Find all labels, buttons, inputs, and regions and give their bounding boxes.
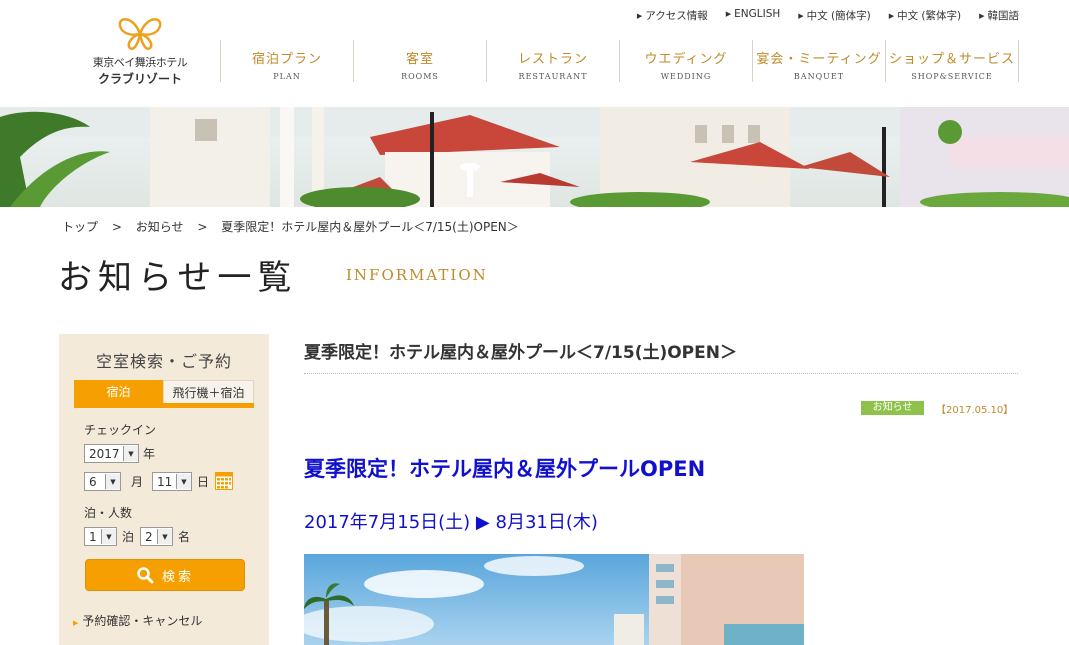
nav-item-rooms[interactable]: 客室 ROOMS [353, 40, 486, 82]
tab-flight-stay[interactable]: 飛行機＋宿泊 [163, 380, 254, 403]
utility-link-chinese-traditional[interactable]: ▶ 中文 (繁体字) [889, 8, 961, 23]
chevron-down-icon: ▼ [176, 474, 191, 489]
utility-nav: ▶ アクセス情報 ▶ ENGLISH ▶ 中文 (簡体字) ▶ 中文 (繁体字) ▶ 韓国… [637, 8, 1019, 23]
breadcrumb-current: 夏季限定！ホテル屋内＆屋外プール＜7/15(土)OPEN＞ [221, 220, 519, 234]
page-title: お知らせ一覧 [58, 258, 298, 298]
year-select[interactable]: 2017 ▼ [84, 444, 139, 463]
utility-link-chinese-simplified[interactable]: ▶ 中文 (簡体字) [798, 8, 870, 23]
arrow-icon: ▶ [888, 12, 895, 20]
month-select[interactable]: 6 ▼ [84, 472, 121, 491]
people-unit: 名 [178, 530, 191, 544]
month-unit: 月 [131, 475, 144, 489]
checkin-label: チェックイン [84, 423, 157, 437]
site-logo[interactable]: 東京ベイ舞浜ホテル クラブリゾート [90, 14, 190, 87]
category-badge: お知らせ [861, 401, 924, 415]
arrow-icon: ▶ [979, 12, 985, 20]
reservation-cancel-link[interactable]: ▶ 予約確認・キャンセル [73, 612, 202, 629]
chevron-down-icon: ▼ [101, 529, 116, 544]
nav-item-plan[interactable]: 宿泊プラン PLAN [220, 40, 353, 82]
tab-stay[interactable]: 宿泊 [74, 380, 163, 403]
global-nav: 宿泊プラン PLAN 客室 ROOMS レストラン RESTAURANT ウエディング… [220, 40, 1019, 82]
stay-people-label: 泊・人数 [84, 506, 133, 520]
day-unit: 日 [197, 475, 210, 489]
logo-text-line2: クラブリゾート [97, 72, 182, 86]
breadcrumb-home[interactable]: トップ [62, 220, 98, 234]
sidebar-title: 空室検索・ご予約 [95, 352, 232, 371]
utility-link-korean[interactable]: ▶ 韓国語 [979, 8, 1019, 23]
chevron-down-icon: ▼ [123, 446, 138, 461]
search-icon [137, 567, 154, 584]
arrow-icon: ▶ [798, 12, 804, 20]
search-button[interactable]: 検索 [85, 559, 245, 591]
arrow-icon: ▶ [73, 619, 79, 627]
year-unit: 年 [143, 447, 156, 461]
chevron-down-icon: ▼ [105, 474, 120, 489]
nav-item-restaurant[interactable]: レストラン RESTAURANT [486, 40, 619, 82]
arrow-icon: ▶ [636, 12, 643, 20]
nav-item-banquet[interactable]: 宴会・ミーティング BANQUET [752, 40, 885, 82]
hero-banner-image [0, 107, 1069, 207]
article-period: 2017年7月15日(土) ▶ 8月31日(木) [304, 512, 598, 533]
nights-select[interactable]: 1 ▼ [84, 527, 117, 546]
utility-link-english[interactable]: ▶ ENGLISH [726, 8, 781, 23]
breadcrumb-separator: > [197, 220, 208, 234]
chevron-down-icon: ▼ [157, 529, 172, 544]
page-title-en: INFORMATION [346, 266, 488, 284]
butterfly-logo-icon [118, 18, 162, 50]
day-select[interactable]: 11 ▼ [152, 472, 192, 491]
logo-text-line1: 東京ベイ舞浜ホテル [92, 56, 188, 69]
article-heading: 夏季限定！ホテル屋内＆屋外プールOPEN [304, 457, 706, 481]
article-title: 夏季限定！ホテル屋内＆屋外プール＜7/15(土)OPEN＞ [304, 338, 1018, 374]
pool-photo [304, 554, 804, 645]
people-select[interactable]: 2 ▼ [140, 527, 173, 546]
nav-item-wedding[interactable]: ウエディング WEDDING [619, 40, 752, 82]
breadcrumb-section[interactable]: お知らせ [136, 220, 184, 234]
breadcrumb-separator: > [111, 220, 122, 234]
nights-unit: 泊 [122, 530, 135, 544]
article-date: 【2017.05.10】 [936, 405, 1014, 416]
breadcrumb: トップ > お知らせ > 夏季限定！ホテル屋内＆屋外プール＜7/15(土)OPE… [62, 218, 519, 235]
nav-item-shop-service[interactable]: ショップ＆サービス SHOP&SERVICE [885, 40, 1019, 82]
reservation-tabs: 宿泊 飛行機＋宿泊 [74, 380, 254, 408]
calendar-icon[interactable] [215, 472, 233, 490]
reservation-sidebar: 空室検索・ご予約 宿泊 飛行機＋宿泊 チェックイン 2017 ▼ 年 6 ▼ 月 1… [59, 334, 269, 645]
arrow-icon: ▶ [725, 10, 732, 18]
utility-link-access[interactable]: ▶ アクセス情報 [637, 8, 708, 23]
